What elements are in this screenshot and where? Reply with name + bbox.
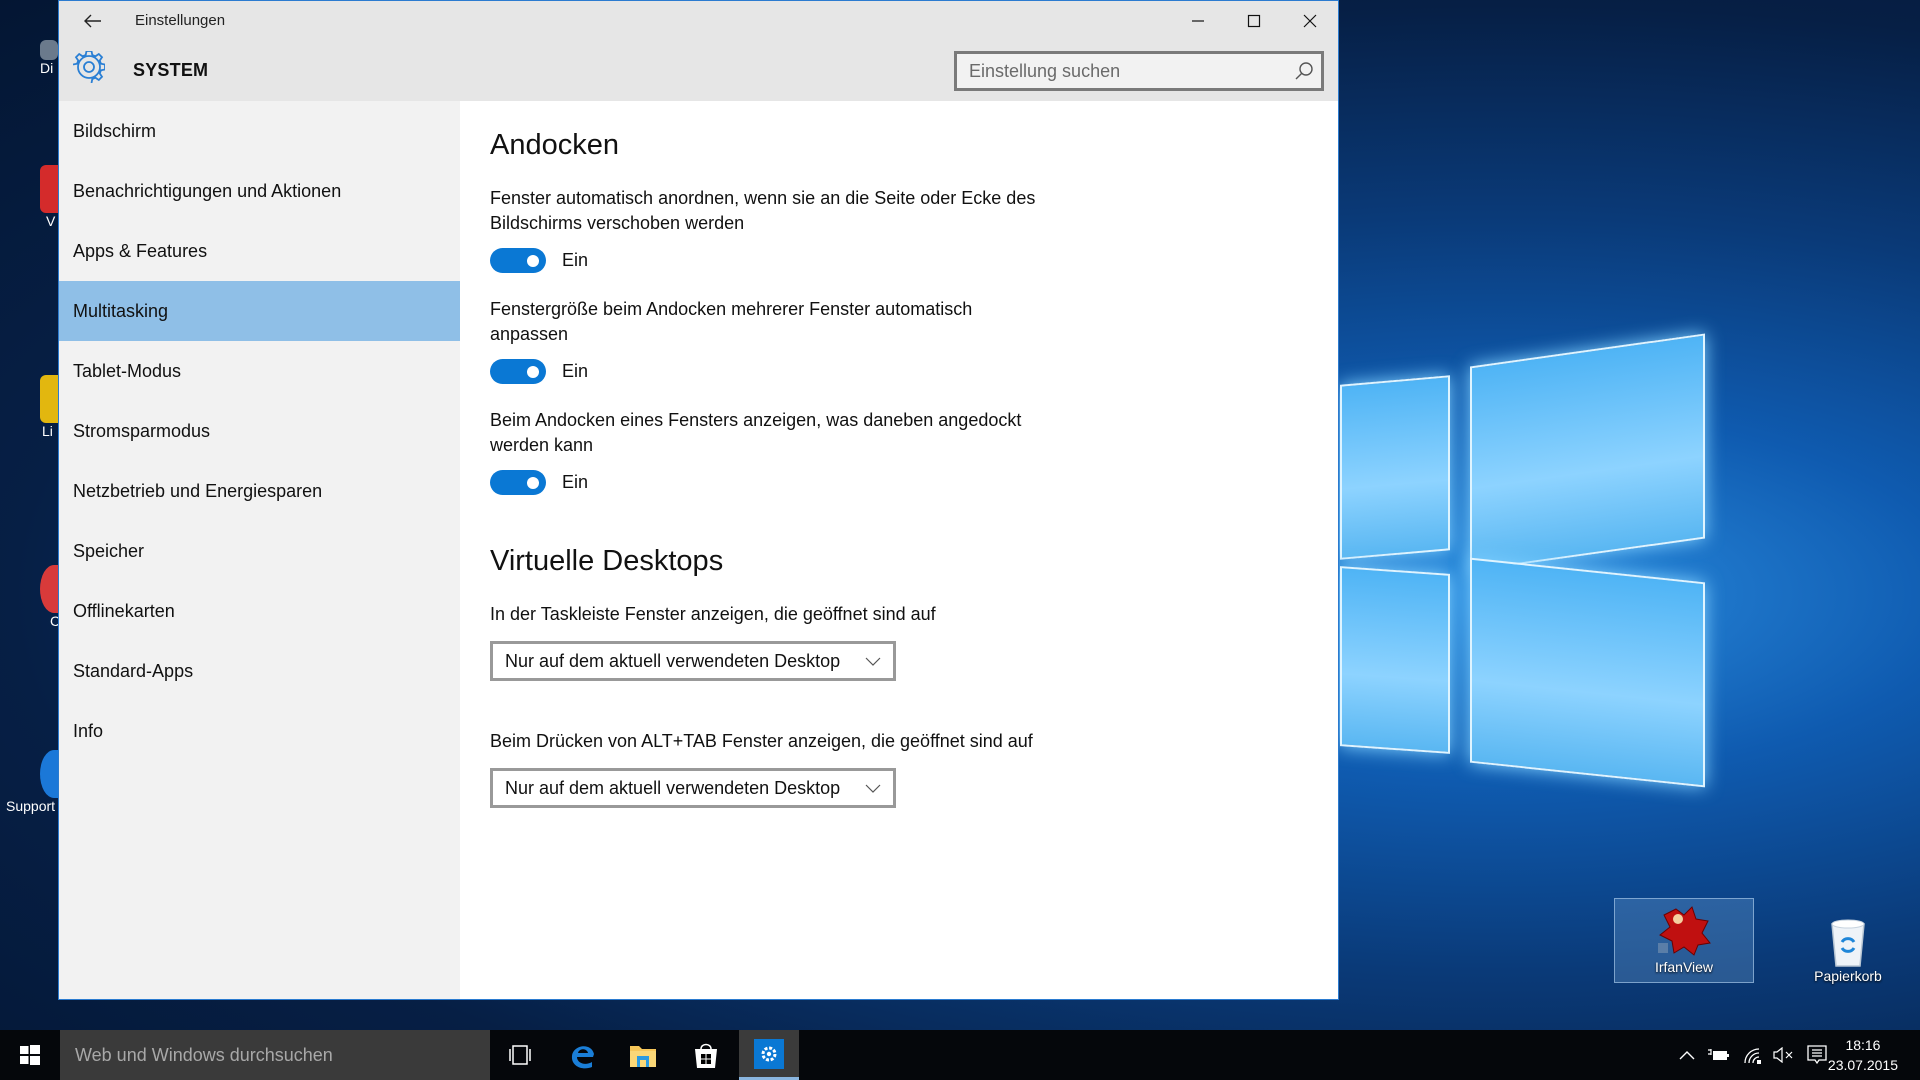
- sidebar-item-speicher[interactable]: Speicher: [59, 521, 460, 581]
- desktop-icon-left[interactable]: V: [0, 165, 68, 229]
- desktop-icon-left[interactable]: Di: [0, 40, 60, 76]
- alt-tab-windows-dropdown[interactable]: Nur auf dem aktuell verwendeten Desktop: [490, 768, 896, 808]
- file-explorer-button[interactable]: [613, 1030, 673, 1080]
- search-icon[interactable]: [1293, 60, 1315, 82]
- minimize-icon: [1192, 20, 1204, 22]
- maximize-icon: [1247, 14, 1261, 28]
- settings-window: Einstellungen SYSTEM Bildschirm Benachri…: [58, 0, 1339, 1000]
- heading-andocken: Andocken: [490, 129, 619, 161]
- task-view-button[interactable]: [490, 1030, 550, 1080]
- chevron-up-icon: [1679, 1051, 1695, 1060]
- sidebar-item-standard-apps[interactable]: Standard-Apps: [59, 641, 460, 701]
- toggle-state-label: Ein: [562, 250, 589, 270]
- setting-label: In der Taskleiste Fenster anzeigen, die …: [490, 604, 936, 624]
- irfanview-icon: [1656, 905, 1712, 957]
- sidebar-item-stromsparmodus[interactable]: Stromsparmodus: [59, 401, 460, 461]
- setting-label: Beim Drücken von ALT+TAB Fenster anzeige…: [490, 731, 1033, 751]
- settings-content: Andocken Fenster automatisch anordnen, w…: [460, 101, 1338, 999]
- notification-icon: [1807, 1045, 1827, 1065]
- heading-virtuelle-desktops: Virtuelle Desktops: [490, 545, 724, 577]
- toggle-state-label: Ein: [562, 472, 589, 492]
- desktop-icon-left[interactable]: C: [0, 565, 68, 629]
- desktop-icon-recycle-bin[interactable]: Papierkorb: [1778, 908, 1918, 993]
- settings-taskbar-button[interactable]: [739, 1030, 799, 1080]
- task-view-icon: [509, 1045, 531, 1065]
- recycle-bin-icon: [1820, 914, 1876, 967]
- minimize-button[interactable]: [1170, 1, 1226, 41]
- snap-assist-toggle-row: Ein: [490, 470, 1338, 495]
- desktop-icon-left[interactable]: Support: [0, 750, 68, 814]
- start-button[interactable]: [0, 1030, 60, 1080]
- section-title: SYSTEM: [133, 60, 209, 80]
- snap-resize-toggle-row: Ein: [490, 359, 1338, 384]
- chevron-down-icon: [865, 657, 881, 666]
- desktop-icon-irfanview[interactable]: IrfanView: [1614, 898, 1754, 983]
- sidebar-item-offlinekarten[interactable]: Offlinekarten: [59, 581, 460, 641]
- network-button[interactable]: [1736, 1030, 1768, 1080]
- sidebar-item-apps-features[interactable]: Apps & Features: [59, 221, 460, 281]
- wallpaper-windows-logo: [1300, 333, 1720, 790]
- settings-header: SYSTEM: [59, 41, 1338, 101]
- snap-resize-toggle[interactable]: [490, 359, 546, 384]
- sidebar-item-info[interactable]: Info: [59, 701, 460, 761]
- sidebar-item-bildschirm[interactable]: Bildschirm: [59, 101, 460, 161]
- close-icon: [1303, 14, 1317, 28]
- snap-auto-arrange-toggle-row: Ein: [490, 248, 1338, 273]
- wifi-icon: [1744, 1048, 1761, 1064]
- volume-button[interactable]: [1768, 1030, 1800, 1080]
- title-bar[interactable]: Einstellungen: [59, 1, 1338, 41]
- windows-logo-icon: [20, 1045, 40, 1065]
- back-arrow-icon: [84, 14, 101, 28]
- setting-label: Fenstergröße beim Andocken mehrerer Fens…: [490, 299, 973, 344]
- sidebar-item-benachrichtigungen[interactable]: Benachrichtigungen und Aktionen: [59, 161, 460, 221]
- volume-muted-icon: [1773, 1047, 1793, 1063]
- close-button[interactable]: [1282, 1, 1338, 41]
- show-hidden-icons-button[interactable]: [1672, 1030, 1702, 1080]
- sidebar-item-netzbetrieb[interactable]: Netzbetrieb und Energiesparen: [59, 461, 460, 521]
- window-title: Einstellungen: [135, 12, 226, 29]
- sidebar-item-multitasking[interactable]: Multitasking: [59, 281, 460, 341]
- setting-label: Beim Andocken eines Fensters anzeigen, w…: [490, 410, 1022, 455]
- clock[interactable]: 18:16 23.07.2015: [1828, 1035, 1898, 1075]
- store-button[interactable]: [676, 1030, 736, 1080]
- taskbar-search[interactable]: Web und Windows durchsuchen: [60, 1030, 490, 1080]
- clock-date: 23.07.2015: [1827, 1057, 1898, 1073]
- maximize-button[interactable]: [1226, 1, 1282, 41]
- back-button[interactable]: [69, 1, 117, 41]
- desktop-icon-left[interactable]: Li: [0, 375, 68, 439]
- edge-icon: [571, 1046, 594, 1069]
- taskbar: Web und Windows durchsuchen 18:16 23.07.…: [0, 1030, 1920, 1080]
- toggle-state-label: Ein: [562, 361, 589, 381]
- battery-button[interactable]: [1702, 1030, 1734, 1080]
- clock-time: 18:16: [1845, 1037, 1881, 1053]
- store-icon: [695, 1043, 717, 1068]
- snap-auto-arrange-toggle[interactable]: [490, 248, 546, 273]
- folder-icon: [630, 1046, 656, 1067]
- edge-button[interactable]: [553, 1030, 613, 1080]
- chevron-down-icon: [865, 784, 881, 793]
- settings-search[interactable]: [954, 51, 1324, 91]
- settings-gear-icon: [754, 1038, 784, 1069]
- sidebar-nav: Bildschirm Benachrichtigungen und Aktion…: [59, 101, 460, 999]
- setting-label: Fenster automatisch anordnen, wenn sie a…: [490, 188, 1036, 233]
- battery-charging-icon: [1708, 1049, 1729, 1060]
- snap-assist-toggle[interactable]: [490, 470, 546, 495]
- sidebar-item-tablet-modus[interactable]: Tablet-Modus: [59, 341, 460, 401]
- taskbar-windows-dropdown[interactable]: Nur auf dem aktuell verwendeten Desktop: [490, 641, 896, 681]
- gear-icon: [73, 51, 105, 83]
- settings-search-input[interactable]: [957, 54, 1277, 88]
